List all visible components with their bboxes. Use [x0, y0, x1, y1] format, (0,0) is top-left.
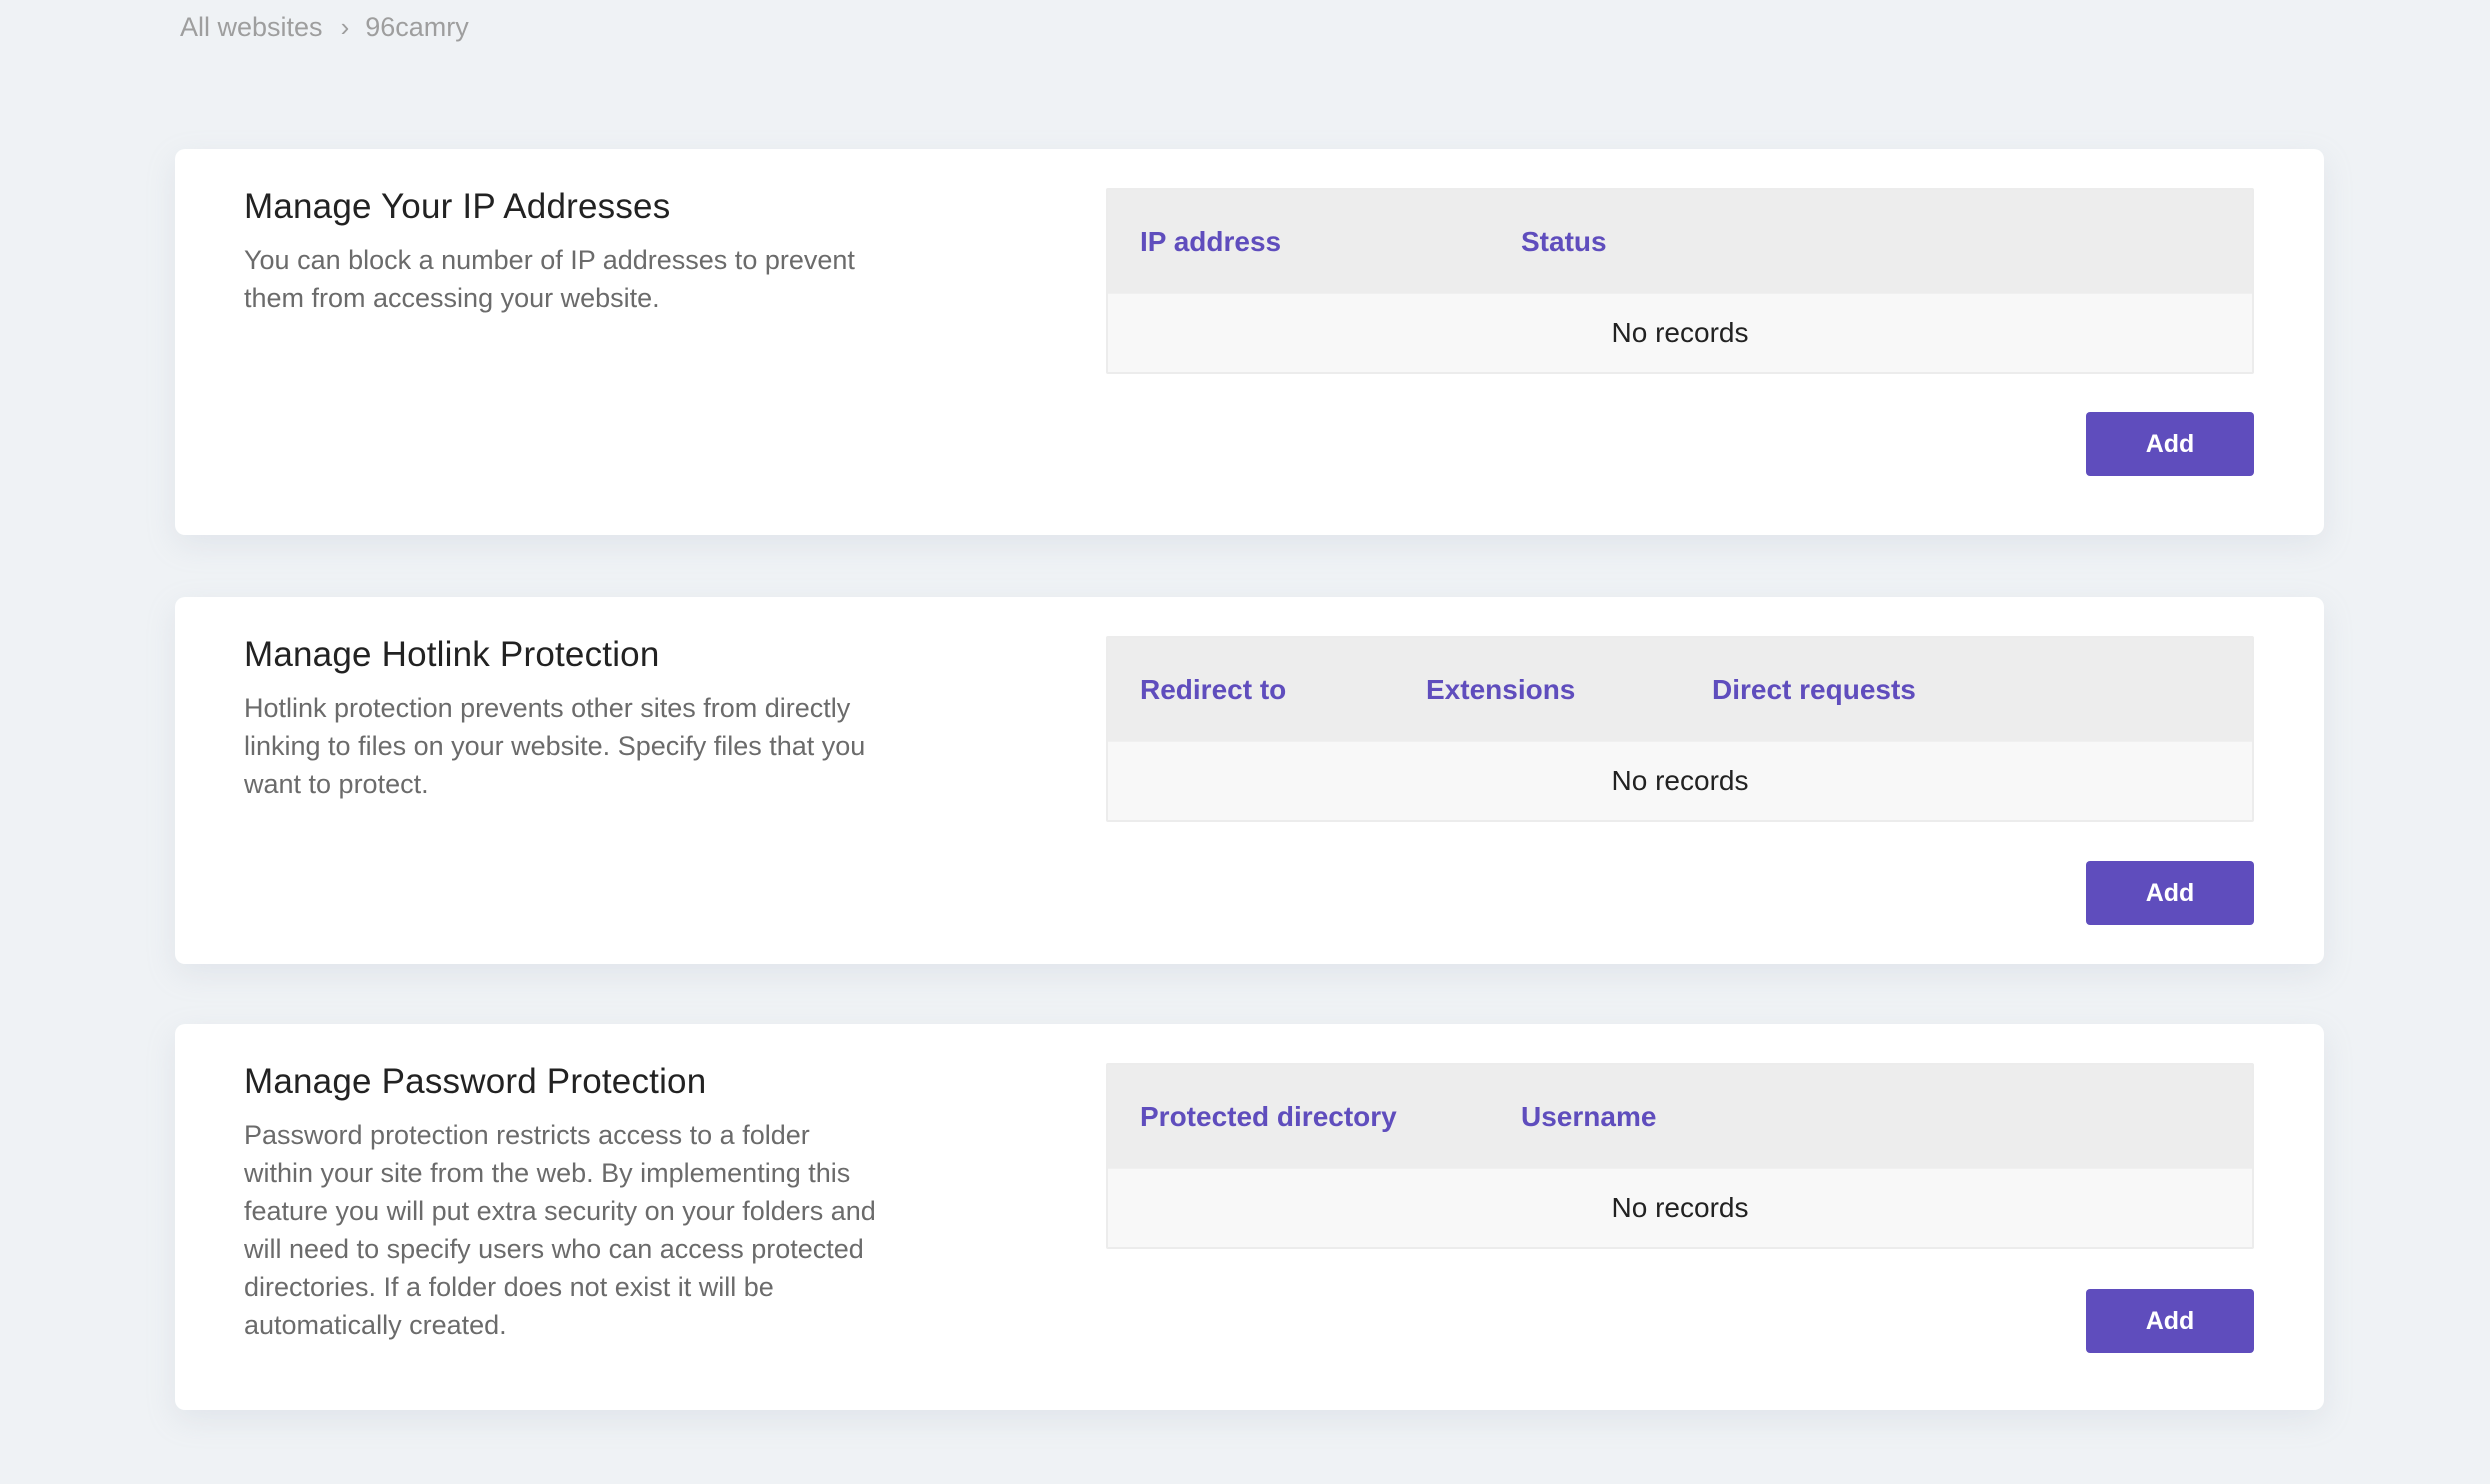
hotlink-protection-info: Manage Hotlink Protection Hotlink protec… — [244, 633, 884, 803]
add-password-protection-button[interactable]: Add — [2086, 1289, 2254, 1353]
column-header-redirect-to[interactable]: Redirect to — [1140, 674, 1426, 706]
table-header: Protected directory Username — [1108, 1065, 2252, 1168]
hotlink-protection-table: Redirect to Extensions Direct requests N… — [1106, 636, 2254, 822]
page: All websites › 96camry Manage Your IP Ad… — [0, 0, 2490, 1484]
password-protection-card: Manage Password Protection Password prot… — [175, 1024, 2324, 1410]
password-protection-description: Password protection restricts access to … — [244, 1120, 876, 1340]
column-header-protected-directory[interactable]: Protected directory — [1140, 1101, 1521, 1133]
breadcrumb-chevron-icon: › — [340, 12, 350, 42]
column-header-ip-address[interactable]: IP address — [1140, 226, 1521, 258]
breadcrumb-all-websites-link[interactable]: All websites — [180, 12, 323, 43]
hotlink-protection-title: Manage Hotlink Protection — [244, 635, 660, 674]
password-protection-title: Manage Password Protection — [244, 1062, 707, 1101]
add-ip-address-button[interactable]: Add — [2086, 412, 2254, 476]
table-header: Redirect to Extensions Direct requests — [1108, 638, 2252, 741]
ip-addresses-info: Manage Your IP Addresses You can block a… — [244, 185, 884, 317]
ip-addresses-card: Manage Your IP Addresses You can block a… — [175, 149, 2324, 535]
column-header-direct-requests[interactable]: Direct requests — [1712, 674, 1998, 706]
no-records-text: No records — [1611, 765, 1749, 796]
column-header-username[interactable]: Username — [1521, 1101, 1902, 1133]
ip-addresses-table: IP address Status No records — [1106, 188, 2254, 374]
no-records-text: No records — [1611, 1192, 1749, 1223]
column-header-status[interactable]: Status — [1521, 226, 1902, 258]
password-protection-info: Manage Password Protection Password prot… — [244, 1060, 884, 1344]
table-empty-row: No records — [1108, 293, 2252, 372]
breadcrumb: All websites › 96camry — [180, 12, 469, 43]
add-hotlink-button[interactable]: Add — [2086, 861, 2254, 925]
column-header-extensions[interactable]: Extensions — [1426, 674, 1712, 706]
table-header: IP address Status — [1108, 190, 2252, 293]
hotlink-protection-description: Hotlink protection prevents other sites … — [244, 693, 866, 799]
table-empty-row: No records — [1108, 1168, 2252, 1247]
table-empty-row: No records — [1108, 741, 2252, 820]
breadcrumb-current-site: 96camry — [365, 12, 469, 42]
ip-addresses-description: You can block a number of IP addresses t… — [244, 245, 855, 313]
password-protection-table: Protected directory Username No records — [1106, 1063, 2254, 1249]
hotlink-protection-card: Manage Hotlink Protection Hotlink protec… — [175, 597, 2324, 964]
no-records-text: No records — [1611, 317, 1749, 348]
ip-addresses-title: Manage Your IP Addresses — [244, 187, 671, 226]
